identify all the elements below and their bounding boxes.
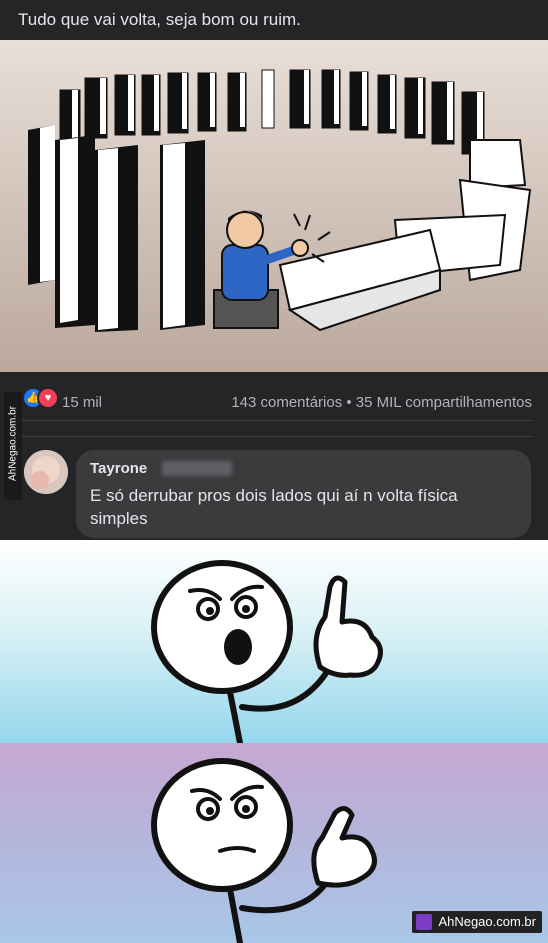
facebook-post: Tudo que vai volta, seja bom ou ruim. 👍 … bbox=[0, 0, 548, 540]
blurred-surname bbox=[162, 461, 232, 476]
domino-cartoon-image bbox=[0, 40, 548, 372]
reaction-count[interactable]: 15 mil bbox=[62, 394, 102, 411]
comment-text: E só derrubar pros dois lados qui aí n v… bbox=[90, 486, 458, 528]
avatar[interactable] bbox=[24, 450, 68, 494]
post-text: Tudo que vai volta, seja bom ou ruim. bbox=[18, 10, 301, 29]
comment-author[interactable]: Tayrone bbox=[90, 460, 147, 477]
meme-panel-bottom: AhNegao.com.br bbox=[0, 743, 548, 943]
corner-watermark-text: AhNegao.com.br bbox=[438, 914, 536, 929]
reaction-bar: 👍 ♥ 15 mil 143 comentários • 35 MIL comp… bbox=[0, 385, 548, 415]
love-icon: ♥ bbox=[37, 387, 59, 409]
comments-shares-count[interactable]: 143 comentários • 35 MIL compartilhament… bbox=[231, 394, 532, 411]
divider bbox=[16, 436, 532, 437]
domino-illustration bbox=[0, 40, 548, 372]
meme-panel-top bbox=[0, 547, 548, 743]
side-watermark-text: AhNegao.com.br bbox=[7, 405, 19, 482]
comment-bubble: Tayrone E só derrubar pros dois lados qu… bbox=[76, 450, 531, 538]
divider bbox=[16, 420, 532, 421]
stickman-pointing-up bbox=[151, 560, 383, 743]
corner-watermark: AhNegao.com.br bbox=[412, 911, 542, 933]
ahnegao-logo-icon bbox=[416, 914, 433, 930]
side-watermark: AhNegao.com.br bbox=[4, 392, 22, 500]
